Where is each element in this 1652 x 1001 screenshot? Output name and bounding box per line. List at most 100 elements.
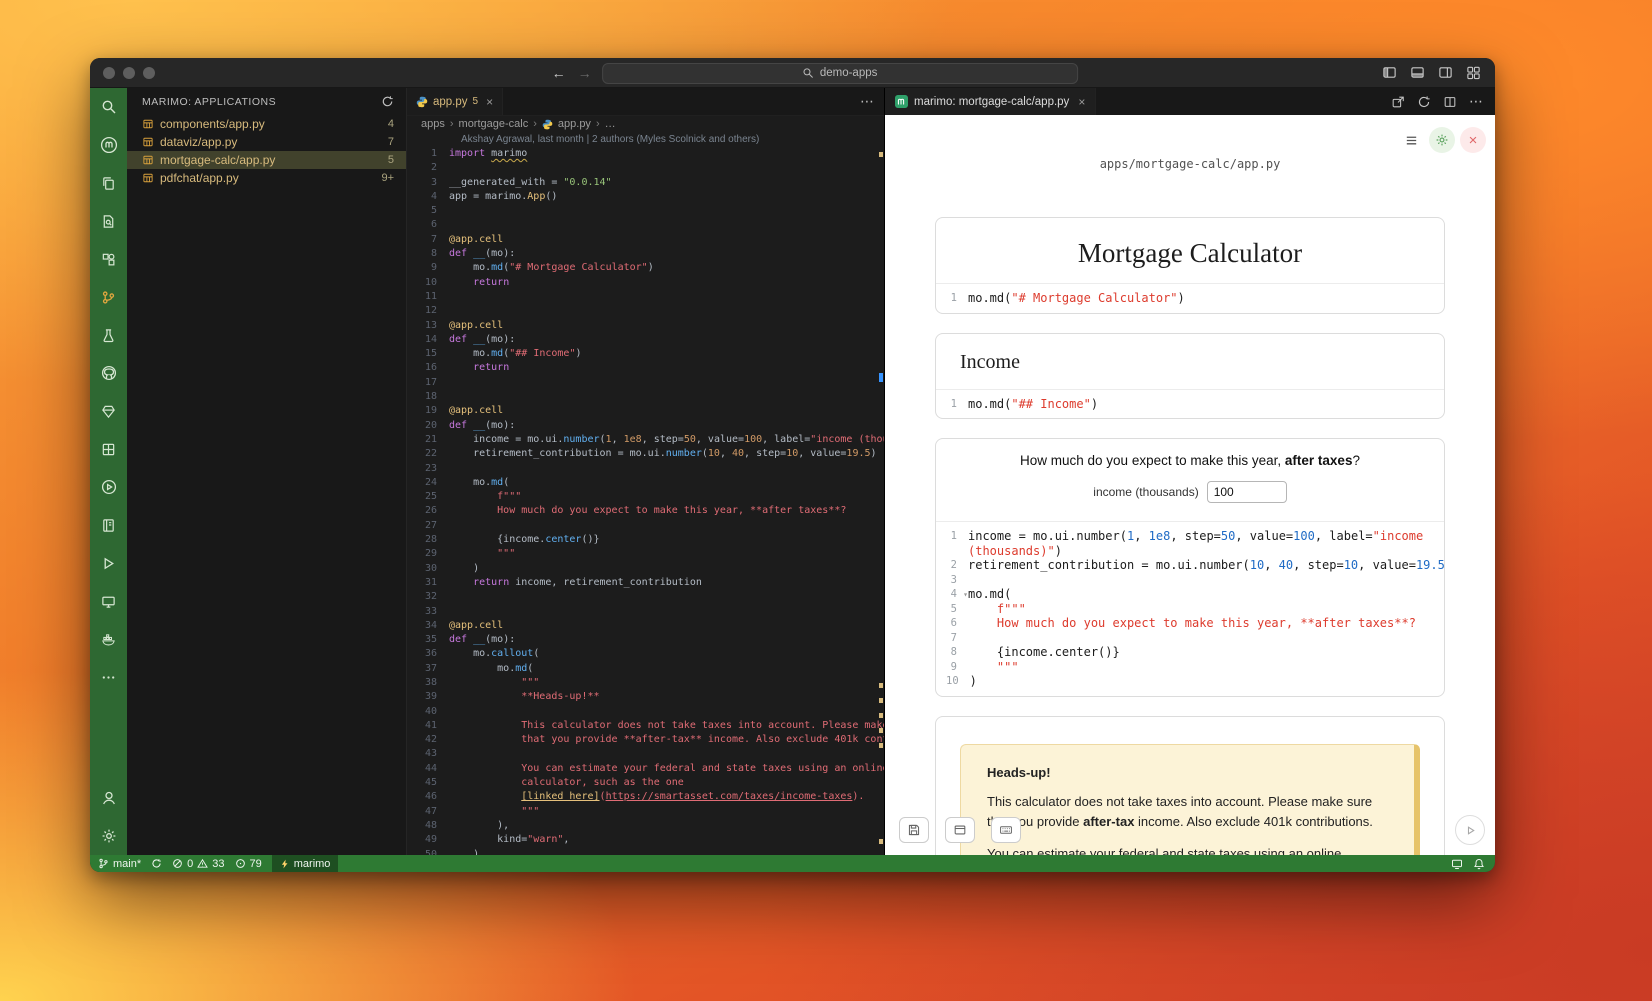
cell-card-form[interactable]: How much do you expect to make this year… xyxy=(935,438,1445,697)
nav-back-icon[interactable]: ← xyxy=(550,65,568,81)
breadcrumb-symbol[interactable]: … xyxy=(605,118,616,130)
search-icon xyxy=(802,67,814,79)
branch-name: main* xyxy=(113,858,141,870)
status-bar: main* 0 33 79 marimo xyxy=(90,855,1495,872)
screencast-icon[interactable] xyxy=(1451,858,1463,870)
problem-count-badge: 5 xyxy=(388,154,394,166)
editor-tabbar: app.py 5 × ⋯ xyxy=(407,88,884,116)
cell-code[interactable]: 1mo.md("## Income") xyxy=(936,389,1444,419)
git-branch-status[interactable]: main* xyxy=(98,855,141,872)
git-blame-annotation: Akshay Agrawal, last month | 2 authors (… xyxy=(407,132,884,146)
toggle-sidebar-icon[interactable] xyxy=(1382,65,1397,80)
activity-bar xyxy=(90,88,127,855)
toggle-panel-icon[interactable] xyxy=(1410,65,1425,80)
activity-github-icon[interactable] xyxy=(90,354,127,392)
cell-card-title[interactable]: Mortgage Calculator 1mo.md("# Mortgage C… xyxy=(935,217,1445,314)
git-branch-icon xyxy=(98,858,109,869)
file-label: pdfchat/app.py xyxy=(160,171,239,185)
toggle-secondary-sidebar-icon[interactable] xyxy=(1438,65,1453,80)
sync-status[interactable] xyxy=(151,855,162,872)
activity-run-icon[interactable] xyxy=(90,544,127,582)
activity-devices-icon[interactable] xyxy=(90,582,127,620)
sidebar-item-components[interactable]: components/app.py 4 xyxy=(127,115,406,133)
activity-search-icon[interactable] xyxy=(90,88,127,126)
marimo-webview: × apps/mortgage-calc/app.py Mortgage Cal… xyxy=(885,115,1495,855)
webview-toolbar: ⋯ xyxy=(1391,88,1495,115)
activity-more-icon[interactable] xyxy=(90,658,127,696)
sidebar-marimo-applications: MARIMO: APPLICATIONS components/app.py 4… xyxy=(127,88,407,855)
zoom-window-button[interactable] xyxy=(143,67,155,79)
activity-docker-icon[interactable] xyxy=(90,620,127,658)
activity-pipeline-icon[interactable] xyxy=(90,278,127,316)
callout-paragraph-1: This calculator does not take taxes into… xyxy=(987,792,1388,832)
activity-play-circle-icon[interactable] xyxy=(90,468,127,506)
settings-gear-icon[interactable] xyxy=(90,817,127,855)
keyboard-icon[interactable] xyxy=(991,817,1021,843)
breadcrumb-mortgage-calc[interactable]: mortgage-calc xyxy=(459,118,529,130)
app-file-icon xyxy=(142,136,154,148)
breadcrumb-app-py[interactable]: app.py xyxy=(558,118,591,130)
activity-grid-icon[interactable] xyxy=(90,430,127,468)
errors-icon xyxy=(172,858,183,869)
account-icon[interactable] xyxy=(90,779,127,817)
more-actions-icon[interactable]: ⋯ xyxy=(1469,93,1483,110)
file-label: dataviz/app.py xyxy=(160,135,237,149)
app-action-buttons xyxy=(899,817,1021,843)
code-editor[interactable]: 1import marimo23__generated_with = "0.0.… xyxy=(407,146,884,855)
run-cell-button[interactable] xyxy=(1455,815,1485,845)
split-editor-icon[interactable] xyxy=(1443,95,1457,109)
editor-more-actions-icon[interactable]: ⋯ xyxy=(860,93,884,110)
tab-label: marimo: mortgage-calc/app.py xyxy=(914,96,1069,108)
question-text: How much do you expect to make this year… xyxy=(952,453,1428,468)
marimo-status[interactable]: marimo xyxy=(272,855,339,872)
activity-notebook-icon[interactable] xyxy=(90,506,127,544)
activity-test-beaker-icon[interactable] xyxy=(90,316,127,354)
tab-app-py[interactable]: app.py 5 × xyxy=(407,88,503,115)
close-window-button[interactable] xyxy=(103,67,115,79)
activity-components-icon[interactable] xyxy=(90,240,127,278)
sidebar-item-dataviz[interactable]: dataviz/app.py 7 xyxy=(127,133,406,151)
cell-code[interactable]: 1income = mo.ui.number(1, 1e8, step=50, … xyxy=(936,521,1444,696)
warning-callout: Heads-up! This calculator does not take … xyxy=(960,744,1420,856)
problem-count-badge: 9+ xyxy=(381,172,394,184)
refresh-icon[interactable] xyxy=(381,95,394,108)
overview-ruler[interactable] xyxy=(878,146,884,855)
cell-card-income[interactable]: Income 1mo.md("## Income") xyxy=(935,333,1445,420)
bell-icon[interactable] xyxy=(1473,858,1485,870)
activity-gem-icon[interactable] xyxy=(90,392,127,430)
activity-marimo-icon[interactable] xyxy=(90,126,127,164)
breadcrumb-separator: › xyxy=(450,118,454,130)
window-icon[interactable] xyxy=(945,817,975,843)
app-file-icon xyxy=(142,154,154,166)
customize-layout-icon[interactable] xyxy=(1466,65,1481,80)
command-center-search[interactable]: demo-apps xyxy=(602,63,1078,84)
save-icon[interactable] xyxy=(899,817,929,843)
cell-code[interactable]: 1mo.md("# Mortgage Calculator") xyxy=(936,283,1444,313)
app-settings-gear-icon[interactable] xyxy=(1429,127,1455,153)
breadcrumb-apps[interactable]: apps xyxy=(421,118,445,130)
sidebar-item-mortgage-calc[interactable]: mortgage-calc/app.py 5 xyxy=(127,151,406,169)
tab-close-icon[interactable]: × xyxy=(1078,95,1085,109)
activity-doc-search-icon[interactable] xyxy=(90,202,127,240)
menu-icon[interactable] xyxy=(1398,127,1424,153)
problems-status[interactable]: 0 33 xyxy=(172,855,224,872)
vscode-window: ← → demo-apps xyxy=(90,58,1495,872)
minimize-window-button[interactable] xyxy=(123,67,135,79)
app-close-icon[interactable]: × xyxy=(1460,127,1486,153)
income-input[interactable] xyxy=(1207,481,1287,503)
warning-count: 33 xyxy=(212,858,224,870)
tab-close-icon[interactable]: × xyxy=(486,95,493,109)
sidebar-item-pdfchat[interactable]: pdfchat/app.py 9+ xyxy=(127,169,406,187)
nav-forward-icon[interactable]: → xyxy=(576,65,594,81)
open-external-icon[interactable] xyxy=(1391,95,1405,109)
tab-marimo-webview[interactable]: marimo: mortgage-calc/app.py × xyxy=(885,88,1096,115)
tab-problem-badge: 5 xyxy=(473,96,479,107)
breadcrumb[interactable]: apps › mortgage-calc › app.py › … xyxy=(407,116,884,132)
extra-status[interactable]: 79 xyxy=(235,855,262,872)
editor-group: app.py 5 × ⋯ apps › mortgage-calc › app.… xyxy=(407,88,885,855)
python-icon xyxy=(542,119,553,130)
play-icon xyxy=(1464,824,1477,837)
activity-explorer-icon[interactable] xyxy=(90,164,127,202)
titlebar: ← → demo-apps xyxy=(90,58,1495,88)
reload-icon[interactable] xyxy=(1417,95,1431,109)
